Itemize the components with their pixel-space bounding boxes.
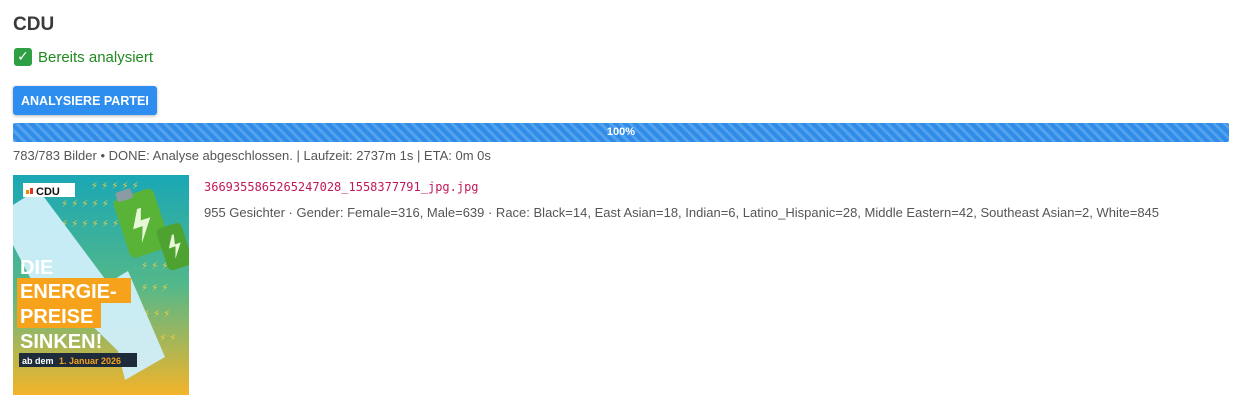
- progress-label: 100%: [606, 126, 636, 138]
- svg-text:⚡ ⚡ ⚡: ⚡ ⚡ ⚡: [141, 261, 168, 272]
- thumbnail-date-prefix: ab dem: [22, 356, 54, 366]
- thumbnail-date-highlight: 1. Januar 2026: [59, 356, 121, 366]
- headline-line-1: DIE: [20, 257, 53, 279]
- progress-bar: 100%: [13, 123, 1229, 142]
- svg-text:⚡ ⚡ ⚡ ⚡ ⚡: ⚡ ⚡ ⚡ ⚡ ⚡: [91, 181, 139, 192]
- party-title: CDU: [13, 14, 55, 35]
- svg-text:⚡ ⚡ ⚡: ⚡ ⚡ ⚡: [141, 283, 168, 294]
- result-filename[interactable]: 3669355865265247028_1558377791_jpg.jpg: [204, 180, 479, 194]
- headline-line-4: SINKEN!: [20, 331, 102, 353]
- status-label: Bereits analysiert: [38, 48, 154, 66]
- analysis-status: ✓ Bereits analysiert: [14, 48, 153, 66]
- headline-line-3: PREISE: [20, 306, 93, 328]
- analyze-party-button[interactable]: ANALYSIERE PARTEI: [13, 86, 157, 115]
- headline-line-2: ENERGIE-: [20, 281, 117, 303]
- thumbnail-logo: CDU: [36, 186, 60, 198]
- checkmark-icon: ✓: [14, 48, 32, 66]
- run-info: 783/783 Bilder • DONE: Analyse abgeschlo…: [13, 148, 491, 163]
- result-stats: 955 Gesichter · Gender: Female=316, Male…: [204, 205, 1160, 220]
- result-thumbnail[interactable]: ⚡ ⚡ ⚡ ⚡ ⚡ ⚡ ⚡ ⚡ ⚡ ⚡ ⚡ ⚡ ⚡ ⚡ ⚡ ⚡ ⚡ ⚡ ⚡ ⚡ …: [13, 175, 189, 395]
